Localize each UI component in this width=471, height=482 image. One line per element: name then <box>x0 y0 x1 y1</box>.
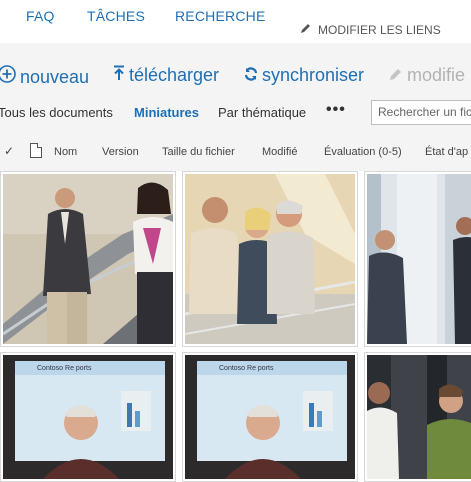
upload-icon <box>113 65 125 86</box>
column-header-modified[interactable]: Modifié <box>262 146 297 158</box>
sync-button[interactable]: synchroniser <box>244 65 364 86</box>
edit-button-label: modifie <box>407 65 466 85</box>
column-header-name[interactable]: Nom <box>54 146 77 158</box>
select-all-checkmark-icon[interactable]: ✓ <box>4 144 14 158</box>
upload-button-label: télécharger <box>129 65 220 85</box>
thumbnail-image <box>367 174 471 344</box>
more-views-button[interactable]: ••• <box>326 101 346 119</box>
pencil-icon <box>389 66 403 86</box>
upload-button[interactable]: télécharger <box>113 65 219 86</box>
thumbnail-image <box>185 174 355 344</box>
nav-link-tasks[interactable]: TÂCHES <box>87 8 145 24</box>
column-header-approval-status[interactable]: État d'ap <box>425 146 468 158</box>
search-input[interactable]: Rechercher un fich <box>371 100 471 125</box>
thumbnail-tile[interactable] <box>182 171 358 347</box>
sync-icon <box>244 66 258 86</box>
thumbnail-image: Contoso Re ports <box>185 355 355 479</box>
slide-title: Contoso Re ports <box>37 365 92 372</box>
view-thumbnails[interactable]: Miniatures <box>134 105 199 120</box>
new-button-label: nouveau <box>20 67 90 87</box>
thumbnail-tile[interactable] <box>364 352 471 482</box>
thumbnail-tile[interactable]: Contoso Re ports <box>0 352 176 482</box>
thumbnail-image: Contoso Re ports <box>3 355 173 479</box>
view-by-topic[interactable]: Par thématique <box>218 105 306 120</box>
column-header-version[interactable]: Version <box>102 146 139 158</box>
thumbnail-tile[interactable]: Contoso Re ports <box>182 352 358 482</box>
edit-links-button[interactable]: MODIFIER LES LIENS <box>300 22 441 37</box>
document-type-icon <box>30 143 42 158</box>
plus-circle-icon <box>0 65 16 88</box>
new-button[interactable]: nouveau <box>0 65 89 88</box>
thumbnail-tile[interactable] <box>0 171 176 347</box>
edit-button[interactable]: modifie <box>389 65 465 86</box>
column-header-file-size[interactable]: Taille du fichier <box>162 146 235 158</box>
top-nav: FAQ TÂCHES RECHERCHE MODIFIER LES LIENS <box>0 0 471 43</box>
nav-link-faq[interactable]: FAQ <box>26 8 55 24</box>
column-header-rating[interactable]: Évaluation (0-5) <box>324 146 402 158</box>
thumbnail-image <box>3 174 173 344</box>
edit-links-label: MODIFIER LES LIENS <box>318 23 441 37</box>
view-all-documents[interactable]: Tous les documents <box>0 105 113 120</box>
nav-link-search[interactable]: RECHERCHE <box>175 8 265 24</box>
command-band: nouveau télécharger synchroniser modifie… <box>0 43 471 171</box>
pencil-icon <box>300 22 312 37</box>
slide-title: Contoso Re ports <box>219 365 274 372</box>
thumbnail-image <box>367 355 471 479</box>
thumbnail-tile[interactable] <box>364 171 471 347</box>
sync-button-label: synchroniser <box>262 65 365 85</box>
